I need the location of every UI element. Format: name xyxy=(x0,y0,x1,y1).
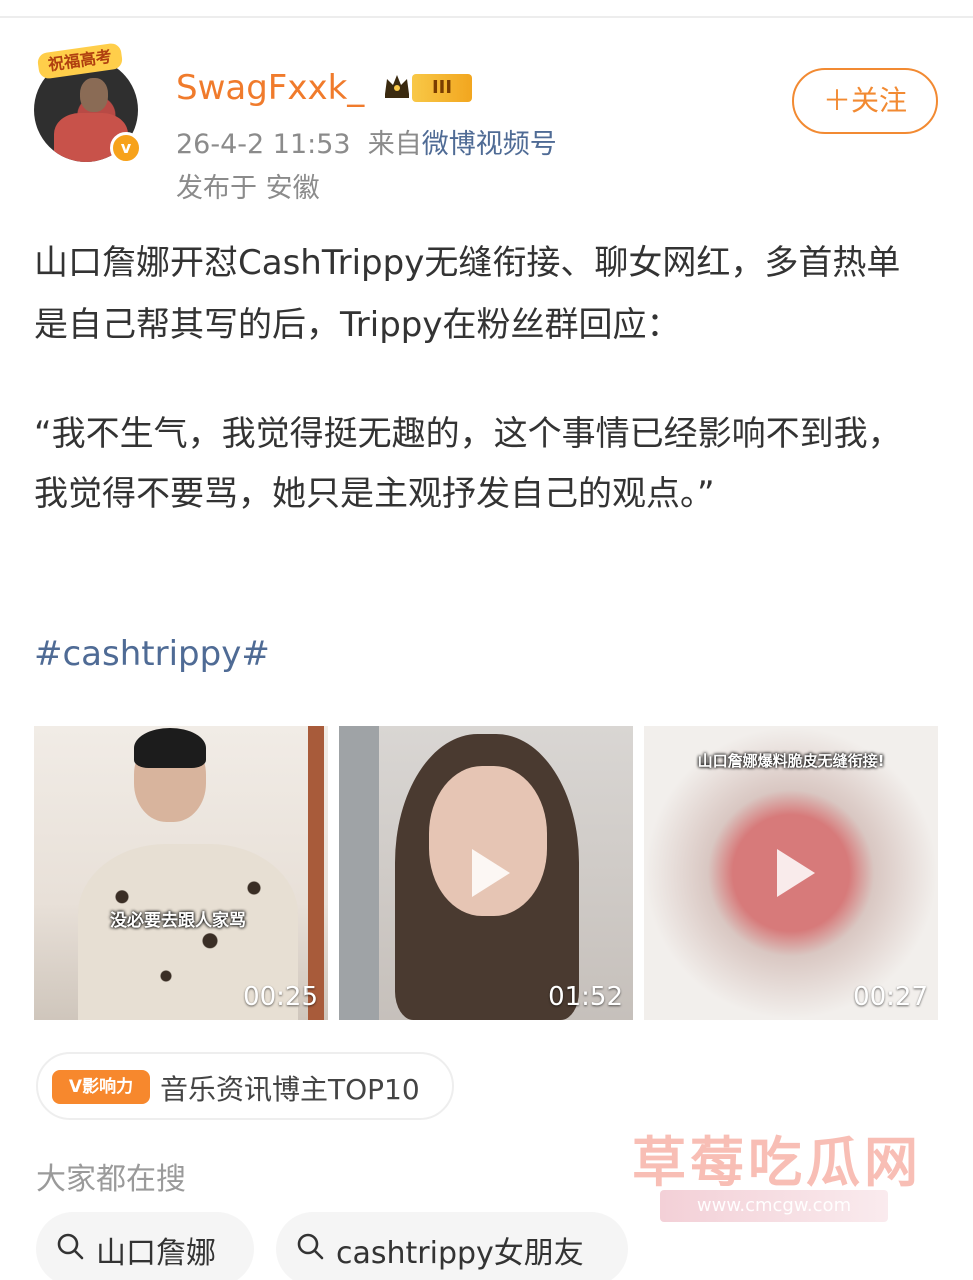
thumbnail-hair xyxy=(134,728,206,768)
search-icon xyxy=(297,1233,324,1260)
thumbnail-background xyxy=(308,726,324,1020)
post-quote: “我不生气，我觉得挺无趣的，这个事情已经影响不到我，我觉得不要骂，她只是主观抒发… xyxy=(34,414,902,514)
member-level-badge[interactable]: III xyxy=(412,74,472,102)
thumbnail-background xyxy=(339,726,379,1020)
username[interactable]: SwagFxxk_ xyxy=(176,68,364,108)
post-location: 发布于 安徽 xyxy=(176,173,320,204)
video-thumbnail-2[interactable]: 01:52 xyxy=(339,726,633,1020)
influence-tag[interactable]: V影响力 音乐资讯博主TOP10 xyxy=(36,1052,454,1120)
play-icon[interactable] xyxy=(761,843,821,903)
post-source-link[interactable]: 微博视频号 xyxy=(422,129,557,160)
follow-button[interactable]: ＋关注 xyxy=(792,68,938,134)
search-chip[interactable]: cashtrippy女朋友 xyxy=(276,1212,628,1280)
video-thumbnail-3[interactable]: 山口詹娜爆料脆皮无缝衔接! 00:27 xyxy=(644,726,938,1020)
search-icon xyxy=(57,1233,84,1260)
post-body: 山口詹娜开怼CashTrippy无缝衔接、聊女网红，多首热单是自己帮其写的后，T… xyxy=(34,232,934,356)
search-chip-label: cashtrippy女朋友 xyxy=(336,1236,584,1271)
avatar-face xyxy=(80,78,108,112)
hashtag-link[interactable]: #cashtrippy# xyxy=(34,634,270,674)
verified-icon: v xyxy=(110,132,142,164)
video-duration: 00:27 xyxy=(853,982,928,1012)
post-timestamp: 26-4-2 11:53 xyxy=(176,129,351,160)
influence-label: 音乐资讯博主TOP10 xyxy=(160,1073,420,1106)
video-duration: 00:25 xyxy=(243,982,318,1012)
video-caption: 没必要去跟人家骂 xyxy=(110,911,246,931)
video-thumbnail-1[interactable]: 没必要去跟人家骂 00:25 xyxy=(34,726,328,1020)
post-meta: 26-4-2 11:53 来自微博视频号 xyxy=(176,122,557,161)
search-chip-label: 山口詹娜 xyxy=(96,1236,216,1271)
post-paragraph: 山口詹娜开怼CashTrippy无缝衔接、聊女网红，多首热单是自己帮其写的后，T… xyxy=(34,243,901,345)
top-divider xyxy=(0,16,973,18)
avatar[interactable]: 祝福高考 v xyxy=(34,42,146,168)
video-duration: 01:52 xyxy=(548,982,623,1012)
trending-search-title: 大家都在搜 xyxy=(36,1162,186,1197)
influence-badge: V影响力 xyxy=(52,1070,150,1104)
watermark-title: 草莓吃瓜网 xyxy=(632,1131,922,1194)
crown-icon xyxy=(385,75,409,98)
watermark-url: www.cmcgw.com xyxy=(660,1190,888,1222)
source-prefix: 来自 xyxy=(367,129,422,160)
video-caption: 山口詹娜爆料脆皮无缝衔接! xyxy=(697,752,885,770)
play-icon[interactable] xyxy=(456,843,516,903)
search-chip[interactable]: 山口詹娜 xyxy=(36,1212,254,1280)
